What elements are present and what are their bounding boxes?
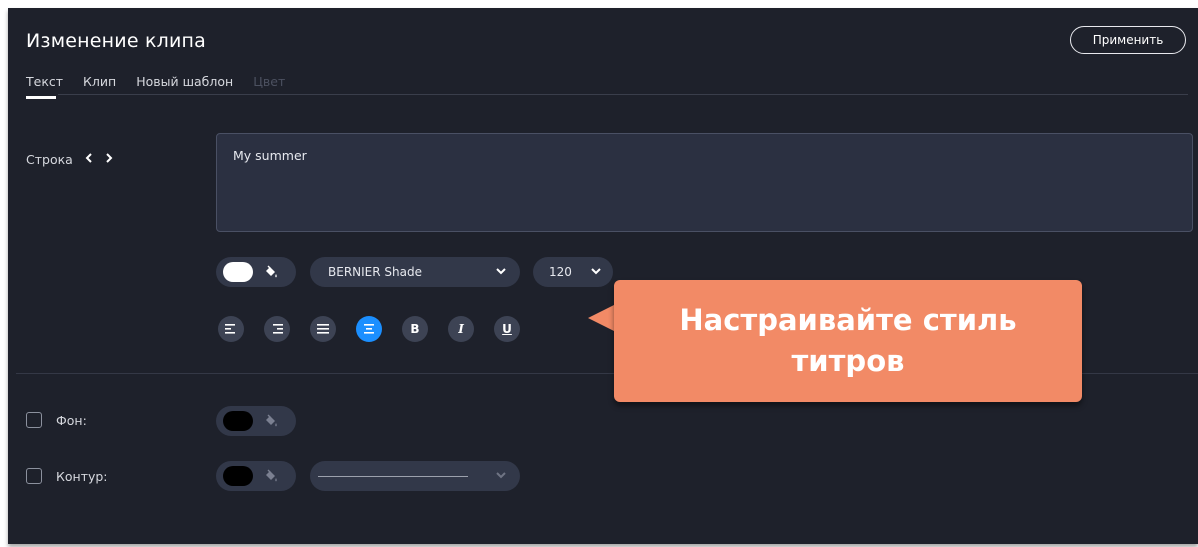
title-text-input[interactable]: My summer xyxy=(216,133,1193,232)
italic-icon[interactable]: I xyxy=(448,316,474,342)
tutorial-callout: Настраивайте стиль титров xyxy=(614,280,1082,402)
callout-line-2: титров xyxy=(791,344,905,378)
panel-title: Изменение клипа xyxy=(26,30,206,52)
text-color-swatch xyxy=(223,262,253,282)
paint-bucket-icon xyxy=(263,264,279,280)
apply-button[interactable]: Применить xyxy=(1070,26,1186,54)
font-select-value: BERNIER Shade xyxy=(328,265,422,279)
bold-icon[interactable]: B xyxy=(402,316,428,342)
format-toolbar: B I U xyxy=(218,316,540,342)
tab-divider xyxy=(58,94,1188,95)
tab-bar: Текст Клип Новый шаблон Цвет xyxy=(26,74,305,99)
outline-option: Контур: xyxy=(26,468,108,484)
paint-bucket-icon xyxy=(263,468,279,484)
align-left-icon[interactable] xyxy=(218,316,244,342)
background-color-swatch xyxy=(223,411,253,431)
align-center-icon[interactable] xyxy=(356,316,382,342)
line-style-icon xyxy=(318,475,468,477)
font-size-select[interactable]: 120 xyxy=(533,257,613,287)
align-right-icon[interactable] xyxy=(264,316,290,342)
paint-bucket-icon xyxy=(263,413,279,429)
tab-clip[interactable]: Клип xyxy=(83,74,116,99)
outline-style-select[interactable] xyxy=(310,461,520,491)
background-checkbox[interactable] xyxy=(26,412,42,428)
align-justify-icon[interactable] xyxy=(310,316,336,342)
outline-color-swatch xyxy=(223,466,253,486)
clip-editor-panel: Изменение клипа Применить Текст Клип Нов… xyxy=(8,8,1198,544)
tab-text[interactable]: Текст xyxy=(26,74,63,99)
font-size-value: 120 xyxy=(549,265,572,279)
chevron-down-icon xyxy=(591,267,601,278)
tab-new-template[interactable]: Новый шаблон xyxy=(136,74,233,99)
outline-label: Контур: xyxy=(56,468,108,484)
outline-color-picker[interactable] xyxy=(216,461,296,491)
background-label: Фон: xyxy=(56,412,87,428)
line-selector: Строка xyxy=(26,151,113,167)
chevron-down-icon xyxy=(496,267,506,278)
callout-pointer xyxy=(588,304,616,332)
font-select[interactable]: BERNIER Shade xyxy=(310,257,520,287)
line-label: Строка xyxy=(26,151,73,167)
outline-checkbox[interactable] xyxy=(26,468,42,484)
chevron-left-icon[interactable] xyxy=(85,151,93,167)
background-color-picker[interactable] xyxy=(216,406,296,436)
underline-icon[interactable]: U xyxy=(494,316,520,342)
background-option: Фон: xyxy=(26,412,87,428)
callout-line-1: Настраивайте стиль xyxy=(679,303,1017,337)
chevron-right-icon[interactable] xyxy=(105,151,113,167)
text-color-picker[interactable] xyxy=(216,257,296,287)
chevron-down-icon xyxy=(496,471,506,482)
tab-color: Цвет xyxy=(253,74,286,89)
